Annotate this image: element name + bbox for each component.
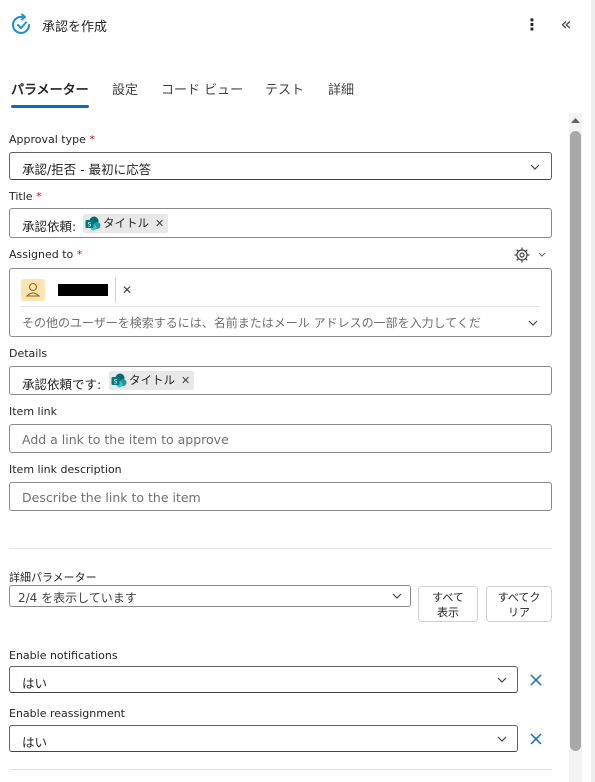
remove-enable-reassignment-button[interactable]	[528, 731, 546, 749]
remove-enable-notifications-button[interactable]	[528, 672, 546, 690]
remove-token-icon[interactable]: ✕	[155, 217, 164, 230]
approval-type-select[interactable]: 承認/拒否 - 最初に応答	[9, 152, 552, 180]
item-link-description-label: Item link description	[9, 463, 122, 476]
advanced-parameters-label: 詳細パラメーター	[9, 571, 97, 584]
close-icon	[530, 733, 542, 745]
scroll-up-arrow-icon[interactable]	[569, 114, 582, 126]
title-label: Title *	[9, 190, 42, 203]
chevron-down-icon	[497, 736, 507, 742]
assigned-to-field[interactable]: ✕ その他のユーザーを検索するには、名前またはメール アドレスの一部を入力してく…	[9, 268, 552, 337]
enable-reassignment-label: Enable reassignment	[9, 707, 125, 720]
title-token[interactable]: S タイトル ✕	[83, 214, 169, 233]
show-all-label-2: 表示	[437, 606, 459, 619]
assigned-to-settings-button[interactable]	[514, 246, 550, 264]
active-tab-indicator	[11, 105, 89, 108]
chevron-down-icon[interactable]	[528, 318, 538, 328]
panel-edge	[591, 0, 595, 782]
close-icon	[530, 674, 542, 686]
enable-notifications-select[interactable]: はい	[9, 666, 518, 693]
enable-reassignment-value: はい	[22, 735, 48, 750]
section-divider	[9, 769, 552, 770]
chevron-down-icon	[497, 677, 507, 683]
advanced-parameters-value: 2/4 を表示しています	[18, 591, 137, 605]
approval-type-label: Approval type *	[9, 133, 95, 146]
svg-text:S: S	[88, 222, 92, 229]
sharepoint-icon: S	[85, 216, 101, 231]
collapse-panel-button[interactable]: «	[556, 14, 576, 36]
user-avatar-icon	[21, 279, 45, 301]
approval-type-value: 承認/拒否 - 最初に応答	[22, 162, 152, 177]
tab-details[interactable]: 詳細	[328, 79, 354, 98]
remove-token-icon[interactable]: ✕	[181, 374, 190, 387]
assigned-to-label: Assigned to *	[9, 248, 83, 261]
item-link-description-input[interactable]: Describe the link to the item	[9, 482, 552, 511]
show-all-label-1: すべて	[432, 591, 464, 604]
details-token[interactable]: S タイトル ✕	[109, 371, 195, 390]
title-prefix-text: 承認依頼:	[22, 219, 77, 234]
tab-code-view[interactable]: コード ビュー	[161, 79, 243, 98]
approval-action-icon	[10, 13, 34, 37]
clear-all-label-1: すべてク	[497, 591, 541, 604]
clear-all-button[interactable]: すべてク リア	[486, 586, 552, 622]
details-label: Details	[9, 347, 48, 360]
item-link-description-placeholder: Describe the link to the item	[22, 490, 201, 505]
tab-settings[interactable]: 設定	[112, 79, 138, 98]
svg-text:S: S	[114, 379, 118, 386]
show-all-button[interactable]: すべて 表示	[418, 586, 478, 622]
clear-all-label-2: リア	[508, 606, 530, 619]
redacted-user-name	[58, 284, 108, 296]
details-prefix-text: 承認依頼です:	[22, 377, 102, 392]
item-link-input[interactable]: Add a link to the item to approve	[9, 424, 552, 453]
panel-title: 承認を作成	[42, 20, 108, 35]
enable-notifications-value: はい	[22, 676, 48, 691]
details-field[interactable]: 承認依頼です: S タイトル ✕	[9, 366, 552, 395]
remove-user-button[interactable]: ✕	[119, 282, 135, 298]
advanced-parameters-select[interactable]: 2/4 を表示しています	[9, 585, 411, 607]
assigned-user-chip: ✕	[21, 278, 138, 303]
item-link-placeholder: Add a link to the item to approve	[22, 432, 229, 447]
tab-parameters[interactable]: パラメーター	[11, 79, 89, 98]
section-divider	[9, 548, 552, 549]
chevron-down-icon	[392, 593, 402, 599]
title-field[interactable]: 承認依頼: S タイトル ✕	[9, 208, 552, 238]
sharepoint-icon: S	[111, 373, 127, 388]
gear-icon	[514, 247, 530, 263]
enable-notifications-label: Enable notifications	[9, 649, 118, 662]
title-token-label: タイトル	[103, 216, 149, 230]
item-link-label: Item link	[9, 405, 57, 418]
scrollbar-thumb[interactable]	[570, 131, 581, 751]
details-token-label: タイトル	[129, 373, 175, 387]
user-search-input[interactable]: その他のユーザーを検索するには、名前またはメール アドレスの一部を入力してくだ	[22, 314, 481, 331]
more-options-button[interactable]: ⋮	[523, 14, 541, 36]
tab-test[interactable]: テスト	[265, 79, 304, 98]
chevron-down-icon	[530, 164, 540, 170]
enable-reassignment-select[interactable]: はい	[9, 725, 518, 752]
